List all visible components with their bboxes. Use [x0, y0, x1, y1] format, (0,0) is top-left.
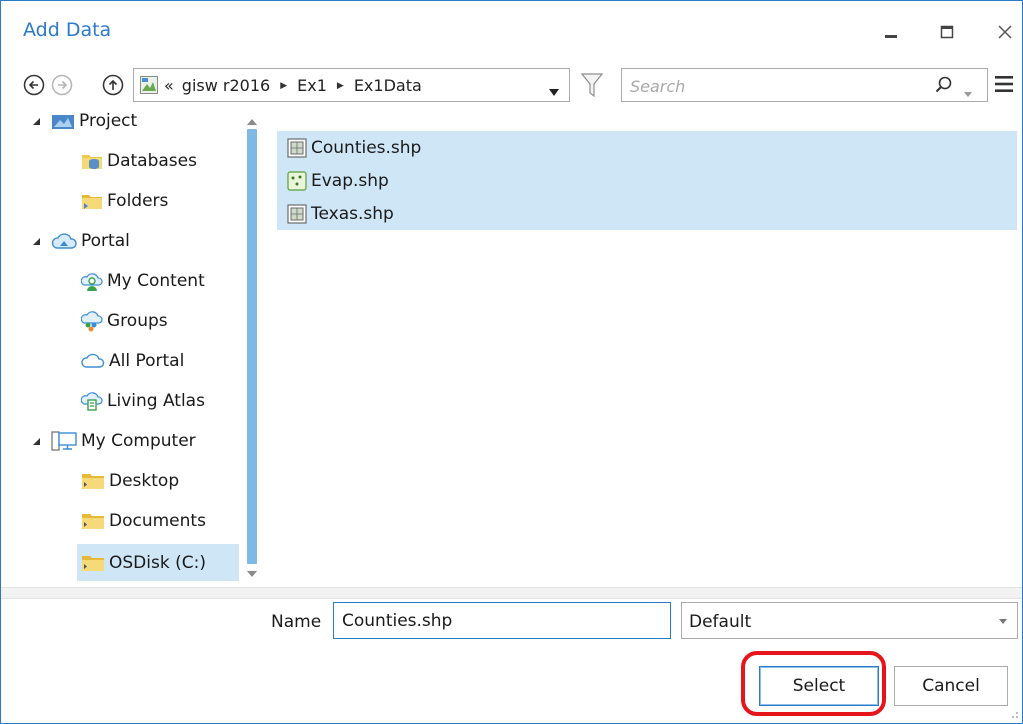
- file-row-counties[interactable]: Counties.shp: [277, 131, 1017, 164]
- select-highlight-annotation: [741, 651, 886, 716]
- point-shapefile-icon: [287, 170, 307, 191]
- my-content-icon: [81, 270, 103, 292]
- forward-button[interactable]: [51, 74, 73, 96]
- folder-icon: [81, 511, 105, 531]
- minimize-icon: [885, 35, 897, 38]
- tree-item-label: Portal: [81, 231, 130, 251]
- tree-item-project[interactable]: Project: [29, 111, 137, 139]
- scroll-down-arrow-icon[interactable]: [247, 570, 257, 578]
- resize-grip-icon[interactable]: [1009, 709, 1019, 719]
- tree-item-label: OSDisk (C:): [109, 552, 206, 573]
- breadcrumb-item[interactable]: Ex1Data: [354, 76, 422, 95]
- tree-item-my-computer[interactable]: My Computer: [29, 423, 196, 459]
- forward-arrow-icon: [51, 74, 73, 96]
- search-input[interactable]: [628, 73, 912, 99]
- file-list: Counties.shp Evap.shp Texas.shp: [276, 111, 1018, 585]
- address-dropdown-icon[interactable]: [549, 82, 559, 102]
- tree-item-folders[interactable]: Folders: [81, 183, 168, 219]
- folder-icon: [81, 471, 105, 491]
- project-icon: [51, 111, 75, 131]
- search-options-dropdown-icon[interactable]: [964, 83, 972, 103]
- scroll-up-arrow-icon[interactable]: [247, 118, 257, 126]
- living-atlas-icon: [81, 390, 103, 412]
- maximize-icon: [940, 25, 954, 39]
- up-button[interactable]: [102, 74, 124, 96]
- dialog-title: Add Data: [23, 19, 112, 41]
- name-label: Name: [271, 612, 322, 632]
- groups-icon: [81, 310, 103, 332]
- panel-divider: [1, 587, 1022, 599]
- hamburger-menu-icon: [995, 76, 1013, 92]
- breadcrumb-overflow[interactable]: «: [164, 76, 174, 95]
- expand-triangle-icon[interactable]: [29, 237, 43, 246]
- computer-icon: [51, 430, 77, 452]
- back-button[interactable]: [23, 74, 45, 96]
- search-icon[interactable]: [935, 76, 953, 99]
- address-bar[interactable]: « gisw r2016 ▶ Ex1 ▶ Ex1Data: [133, 68, 570, 102]
- breadcrumb-item[interactable]: Ex1: [297, 76, 327, 95]
- tree-item-label: All Portal: [109, 351, 185, 371]
- cloud-icon: [81, 351, 105, 371]
- folder-icon: [81, 553, 105, 573]
- cancel-button[interactable]: Cancel: [894, 666, 1008, 706]
- filter-button[interactable]: [580, 72, 604, 103]
- navigation-tree: Project Databases Folders Portal My Cont…: [19, 111, 267, 585]
- project-location-icon: [140, 76, 158, 99]
- filter-icon: [580, 73, 604, 98]
- name-field[interactable]: [333, 602, 671, 639]
- polygon-shapefile-icon: [287, 137, 307, 158]
- up-arrow-icon: [102, 74, 124, 96]
- portal-cloud-icon: [51, 231, 77, 251]
- tree-item-label: Desktop: [109, 471, 180, 491]
- type-filter-select[interactable]: Default: [681, 602, 1018, 639]
- tree-item-label: My Content: [107, 271, 205, 291]
- tree-item-label: Databases: [107, 151, 197, 171]
- tree-item-living-atlas[interactable]: Living Atlas: [81, 383, 205, 419]
- folders-folder-icon: [81, 191, 103, 211]
- databases-folder-icon: [81, 151, 103, 171]
- search-box[interactable]: [621, 68, 988, 102]
- add-data-dialog: Add Data « gisw r2016 ▶ Ex1 ▶ Ex1Data Se…: [0, 0, 1023, 724]
- tree-item-label: Groups: [107, 311, 168, 331]
- tree-item-label: My Computer: [81, 431, 196, 451]
- menu-button[interactable]: [994, 75, 1014, 98]
- breadcrumb: « gisw r2016 ▶ Ex1 ▶ Ex1Data: [164, 76, 422, 95]
- breadcrumb-separator-icon[interactable]: ▶: [337, 81, 344, 91]
- file-name: Texas.shp: [311, 203, 394, 224]
- file-name: Counties.shp: [311, 137, 422, 158]
- tree-item-label: Documents: [109, 511, 206, 531]
- back-arrow-icon: [23, 74, 45, 96]
- type-filter-value: Default: [689, 612, 752, 632]
- expand-triangle-icon[interactable]: [29, 437, 43, 446]
- breadcrumb-separator-icon[interactable]: ▶: [280, 81, 287, 91]
- tree-item-label: Folders: [107, 191, 169, 211]
- tree-item-label: Project: [79, 111, 138, 131]
- file-row-evap[interactable]: Evap.shp: [277, 164, 1017, 197]
- expand-triangle-icon[interactable]: [29, 117, 43, 126]
- minimize-button[interactable]: [873, 15, 909, 49]
- tree-item-documents[interactable]: Documents: [81, 503, 206, 539]
- file-name: Evap.shp: [311, 170, 389, 191]
- tree-item-databases[interactable]: Databases: [81, 143, 197, 179]
- close-button[interactable]: [987, 15, 1022, 49]
- tree-item-all-portal[interactable]: All Portal: [81, 343, 184, 379]
- tree-item-label: Living Atlas: [107, 391, 205, 411]
- tree-scrollbar-thumb[interactable]: [247, 129, 257, 564]
- tree-item-portal[interactable]: Portal: [29, 223, 130, 259]
- breadcrumb-item[interactable]: gisw r2016: [182, 76, 270, 95]
- tree-item-osdisk[interactable]: OSDisk (C:): [77, 544, 239, 581]
- close-icon: [998, 25, 1012, 39]
- chevron-down-icon[interactable]: [999, 619, 1007, 625]
- tree-item-desktop[interactable]: Desktop: [81, 463, 179, 499]
- tree-item-my-content[interactable]: My Content: [81, 263, 205, 299]
- polygon-shapefile-icon: [287, 203, 307, 224]
- maximize-button[interactable]: [929, 15, 965, 49]
- file-row-texas[interactable]: Texas.shp: [277, 197, 1017, 230]
- tree-item-groups[interactable]: Groups: [81, 303, 168, 339]
